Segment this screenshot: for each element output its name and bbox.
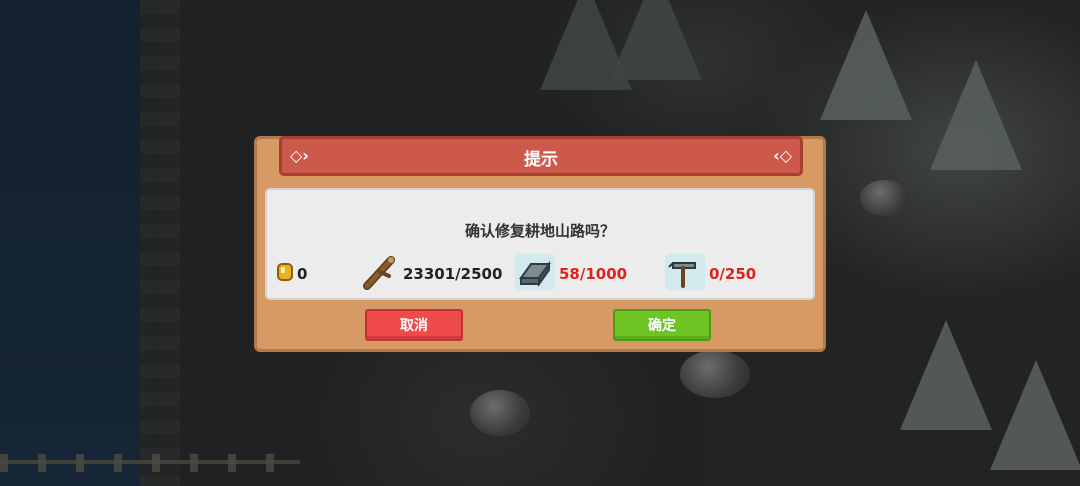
repair-confirm-dialog: ◇› 提示 ‹◇ 确认修复耕地山路吗？ 0 23301/2500 58/1000… <box>254 136 826 352</box>
snowy-tree <box>820 10 912 120</box>
cost-iron-value: 58/1000 <box>559 265 628 283</box>
wood-log-icon <box>363 254 399 294</box>
snowy-tree <box>900 320 992 430</box>
cost-wood-value: 23301/2500 <box>403 265 503 283</box>
iron-ingot-icon <box>515 254 555 294</box>
rock <box>470 390 530 436</box>
fence <box>0 454 300 472</box>
cancel-button[interactable]: 取消 <box>365 309 463 341</box>
cost-iron: 58/1000 <box>515 254 628 290</box>
dialog-header: ◇› 提示 ‹◇ <box>279 136 803 176</box>
cost-tool: 0/250 <box>665 254 757 290</box>
confirm-message: 确认修复耕地山路吗？ <box>464 222 615 240</box>
dialog-title: 提示 <box>524 150 558 170</box>
cost-wood: 23301/2500 <box>363 256 503 290</box>
confirm-button[interactable]: 确定 <box>613 309 711 341</box>
hammer-icon <box>665 254 705 294</box>
dialog-body: 确认修复耕地山路吗？ 0 23301/2500 58/1000 0/250 <box>265 188 815 300</box>
rock <box>860 180 910 216</box>
gold-coin-icon <box>277 263 293 285</box>
header-decoration-right-icon: ‹◇ <box>773 146 792 165</box>
shoreline <box>140 0 180 486</box>
tree <box>610 0 702 80</box>
water-area <box>0 0 150 486</box>
rock <box>680 350 750 398</box>
snowy-tree <box>930 60 1022 170</box>
cost-tool-value: 0/250 <box>709 265 757 283</box>
cost-gold: 0 <box>277 260 307 288</box>
cost-gold-value: 0 <box>297 265 308 283</box>
snowy-tree <box>990 360 1080 470</box>
